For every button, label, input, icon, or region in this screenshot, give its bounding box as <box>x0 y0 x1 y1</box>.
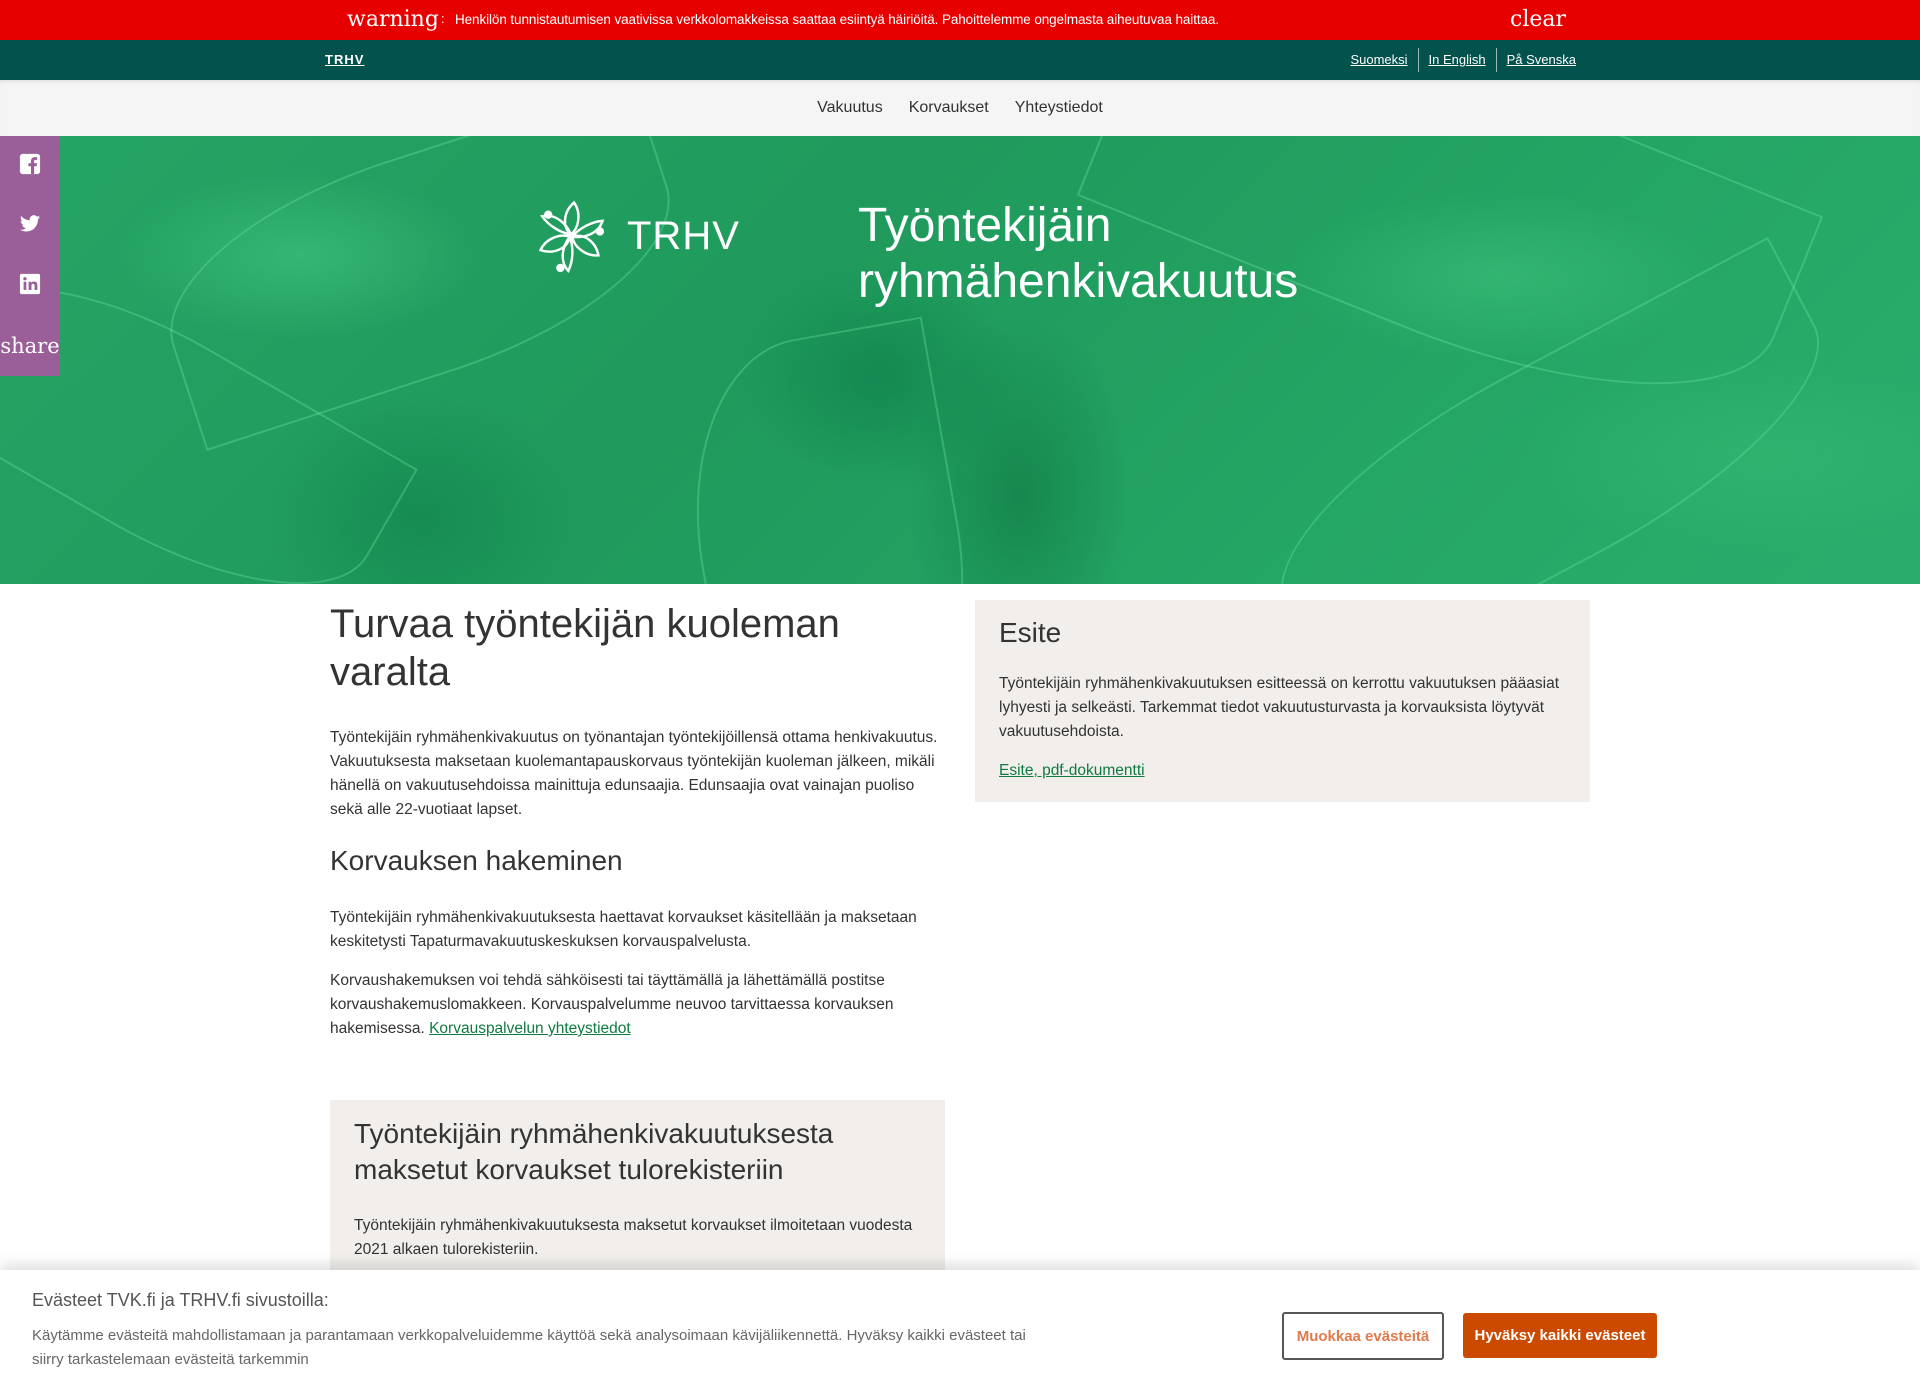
section-title: Korvauksen hakeminen <box>330 845 623 876</box>
share-sidebar: share <box>0 136 60 376</box>
section-paragraph-2: Korvaushakemuksen voi tehdä sähköisesti … <box>330 969 945 1041</box>
nav-item-vakuutus[interactable]: Vakuutus <box>817 80 883 136</box>
trhv-logo-icon <box>538 200 605 274</box>
language-selector: Suomeksi In English På Svenska <box>1340 48 1586 72</box>
alert-message: Henkilön tunnistautumisen vaativissa ver… <box>455 12 1219 27</box>
nav-item-yhteystiedot[interactable]: Yhteystiedot <box>1015 80 1103 136</box>
page-title: Turvaa työntekijän kuoleman varalta <box>330 602 840 694</box>
esite-link-row: Esite, pdf-dokumentti <box>999 759 1566 783</box>
lang-english[interactable]: In English <box>1419 48 1496 72</box>
linkedin-icon[interactable] <box>19 273 41 295</box>
cookie-title: Evästeet TVK.fi ja TRHV.fi sivustoilla: <box>32 1290 329 1310</box>
logo-text: TRHV <box>627 213 740 258</box>
hero-title-line2: ryhmähenkivakuutus <box>858 255 1299 308</box>
alert-separator: : <box>441 11 445 26</box>
cookie-text: Käytämme evästeitä mahdollistamaan ja pa… <box>32 1327 1026 1368</box>
tulorekisteri-text: Työntekijäin ryhmähenkivakuutuksesta mak… <box>354 1217 913 1258</box>
lang-finnish[interactable]: Suomeksi <box>1340 48 1417 72</box>
tulorekisteri-box: Työntekijäin ryhmähenkivakuutuksesta mak… <box>330 1100 945 1280</box>
facebook-icon[interactable] <box>19 153 41 175</box>
brand-link[interactable]: TRHV <box>325 52 364 67</box>
esite-box: Esite Työntekijäin ryhmähenkivakuutuksen… <box>975 600 1590 802</box>
esite-text: Työntekijäin ryhmähenkivakuutuksen esitt… <box>999 675 1560 740</box>
alert-bar: warning : Henkilön tunnistautumisen vaat… <box>0 0 1920 40</box>
lang-swedish[interactable]: På Svenska <box>1497 48 1586 72</box>
warning-icon: warning <box>347 7 439 32</box>
tulorekisteri-title: Työntekijäin ryhmähenkivakuutuksesta mak… <box>354 1118 834 1185</box>
esite-title: Esite <box>999 617 1062 648</box>
cookie-banner: Evästeet TVK.fi ja TRHV.fi sivustoilla: … <box>0 1270 1920 1400</box>
hero-title-line1: Työntekijäin <box>858 199 1112 252</box>
customize-cookies-button[interactable]: Muokkaa evästeitä <box>1282 1312 1444 1360</box>
main-content: Turvaa työntekijän kuoleman varalta Työn… <box>330 596 945 1041</box>
share-label[interactable]: share <box>0 334 60 358</box>
twitter-icon[interactable] <box>19 213 41 235</box>
esite-pdf-link[interactable]: Esite, pdf-dokumentti <box>999 762 1145 779</box>
intro-paragraph: Työntekijäin ryhmähenkivakuutus on työna… <box>330 729 938 818</box>
nav-item-korvaukset[interactable]: Korvaukset <box>909 80 989 136</box>
utility-bar: TRHV Suomeksi In English På Svenska <box>0 40 1920 80</box>
section-paragraph-1: Työntekijäin ryhmähenkivakuutuksesta hae… <box>330 909 917 950</box>
main-nav: Vakuutus Korvaukset Yhteystiedot <box>0 80 1920 136</box>
accept-all-cookies-button[interactable]: Hyväksy kaikki evästeet <box>1463 1313 1657 1358</box>
korvauspalvelu-contact-link[interactable]: Korvauspalvelun yhteystiedot <box>429 1020 631 1037</box>
hero-banner: TRHV Työntekijäin ryhmähenkivakuutus <box>0 136 1920 584</box>
close-icon[interactable]: clear <box>1510 6 1566 34</box>
hero-background-leaf <box>665 316 995 584</box>
trhv-logo[interactable]: TRHV <box>533 198 740 274</box>
hero-title: Työntekijäin ryhmähenkivakuutus <box>858 198 1298 310</box>
